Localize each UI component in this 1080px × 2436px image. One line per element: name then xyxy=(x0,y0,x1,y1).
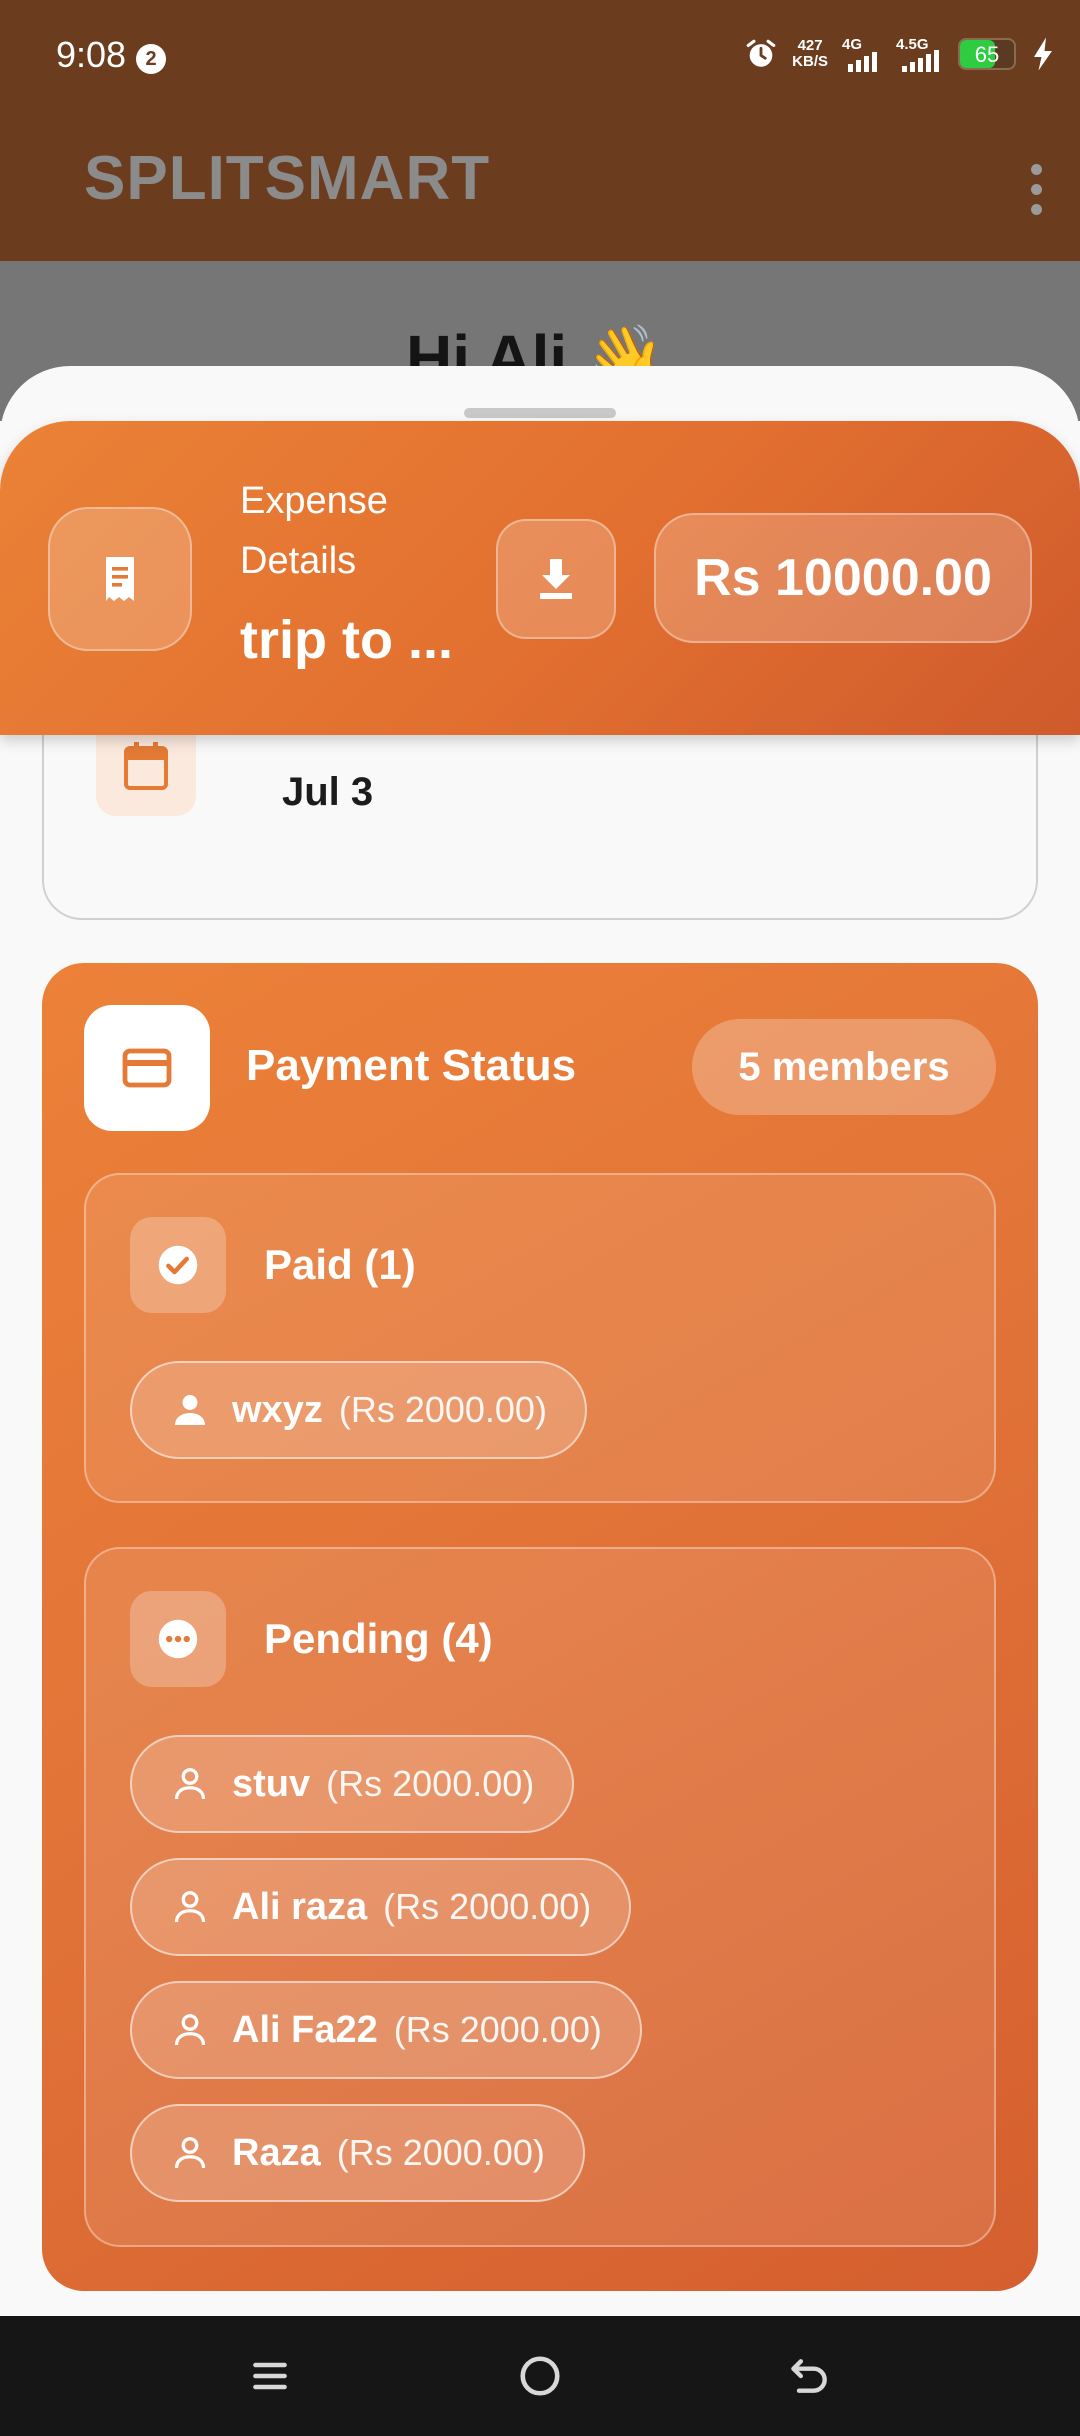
members-count-badge: 5 members xyxy=(692,1019,996,1115)
status-time: 9:08 xyxy=(56,34,127,75)
expense-header: Expense Details trip to ... Rs 10000.00 xyxy=(0,421,1080,735)
signal-4g-label: 4G xyxy=(842,36,863,53)
expense-amount: Rs 10000.00 xyxy=(654,513,1032,643)
alarm-icon xyxy=(746,39,776,67)
notification-count-badge: 2 xyxy=(136,44,166,74)
status-bar: 9:08 2 427 KB/S 4G 4.5G 65 xyxy=(0,0,1080,115)
member-chip: Ali Fa22 (Rs 2000.00) xyxy=(130,1981,642,2079)
battery-level: 65 xyxy=(974,42,1000,67)
member-name: Ali raza xyxy=(232,1885,368,1928)
expense-details-label: Expense Details xyxy=(240,480,388,582)
home-icon[interactable] xyxy=(510,2346,570,2406)
drag-handle[interactable] xyxy=(464,408,616,418)
download-button[interactable] xyxy=(496,519,616,639)
expense-name: trip to ... xyxy=(240,610,453,670)
payment-status-card: Payment Status 5 members Paid (1) wxyz (… xyxy=(42,963,1038,2291)
net-speed-value: 427 xyxy=(797,37,823,54)
member-name: Ali Fa22 xyxy=(232,2008,378,2051)
back-icon[interactable] xyxy=(780,2346,840,2406)
receipt-icon-box xyxy=(48,507,192,651)
member-chip: Raza (Rs 2000.00) xyxy=(130,2104,585,2202)
charging-bolt-icon xyxy=(1034,37,1052,71)
person-outline-icon xyxy=(174,1891,206,1923)
member-chip: Ali raza (Rs 2000.00) xyxy=(130,1858,632,1956)
net-speed-unit: KB/S xyxy=(792,53,828,70)
app-bar: SPLITSMART xyxy=(0,115,1080,261)
payment-status-title: Payment Status xyxy=(246,1041,577,1090)
status-icons: 427 KB/S 4G 4.5G 65 xyxy=(744,36,1056,72)
member-amount: (Rs 2000.00) xyxy=(326,1763,535,1804)
receipt-icon xyxy=(106,557,134,601)
member-amount: (Rs 2000.00) xyxy=(336,2132,545,2173)
net-speed: 427 KB/S xyxy=(792,38,828,70)
person-outline-icon xyxy=(174,1768,206,1800)
pending-group: Pending (4) stuv (Rs 2000.00) Ali raza (… xyxy=(84,1547,996,2247)
download-icon xyxy=(540,559,572,599)
signal-4g-icon: 4G xyxy=(842,36,882,72)
paid-title: Paid (1) xyxy=(264,1241,416,1288)
signal-45g-icon: 4.5G xyxy=(896,36,944,72)
battery-icon: 65 xyxy=(958,38,1016,70)
member-name: wxyz xyxy=(232,1388,323,1431)
member-amount: (Rs 2000.00) xyxy=(393,2009,602,2050)
member-chip: stuv (Rs 2000.00) xyxy=(130,1735,575,1833)
more-options-icon[interactable] xyxy=(1008,149,1064,229)
system-nav-bar xyxy=(0,2316,1080,2436)
person-filled-icon xyxy=(175,1395,205,1425)
card-icon-box xyxy=(84,1005,210,1131)
date-value: Jul 3 xyxy=(282,770,374,814)
app-title: SPLITSMART xyxy=(84,144,491,213)
member-amount: (Rs 2000.00) xyxy=(383,1886,592,1927)
pending-icon-box xyxy=(130,1591,226,1687)
check-circle-icon xyxy=(158,1245,198,1285)
check-icon-box xyxy=(130,1217,226,1313)
menu-icon[interactable] xyxy=(240,2346,300,2406)
more-horizontal-circle-icon xyxy=(158,1619,198,1659)
person-outline-icon xyxy=(174,2137,206,2169)
member-name: stuv xyxy=(232,1762,311,1805)
credit-card-icon xyxy=(122,1048,172,1088)
person-outline-icon xyxy=(174,2014,206,2046)
member-name: Raza xyxy=(232,2131,321,2174)
member-amount: (Rs 2000.00) xyxy=(338,1389,547,1430)
calendar-icon xyxy=(124,742,168,790)
pending-title: Pending (4) xyxy=(264,1615,493,1662)
member-chip: wxyz (Rs 2000.00) xyxy=(130,1361,587,1459)
paid-group: Paid (1) wxyz (Rs 2000.00) xyxy=(84,1173,996,1503)
